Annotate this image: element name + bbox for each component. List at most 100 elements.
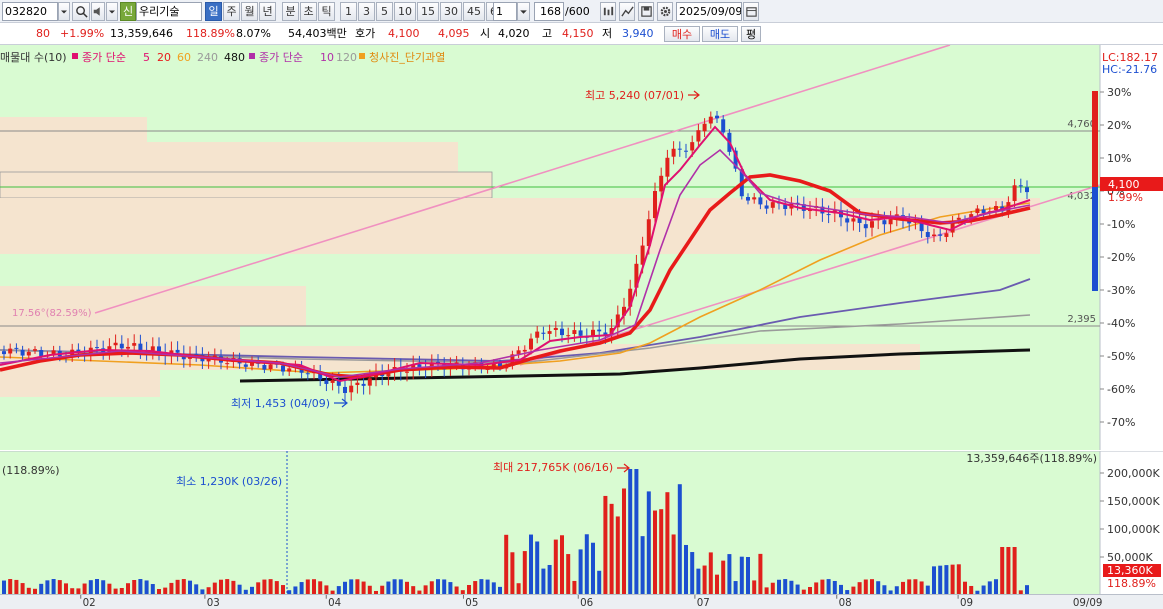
sound-dropdown-icon[interactable] <box>106 2 118 21</box>
volume-bar[interactable] <box>312 579 316 594</box>
volume-bar[interactable] <box>622 488 626 594</box>
buy-button[interactable]: 매수 <box>664 26 700 42</box>
candle-body[interactable] <box>132 343 137 346</box>
volume-bar[interactable] <box>39 583 44 594</box>
candle-body[interactable] <box>361 383 366 386</box>
volume-bar[interactable] <box>603 495 608 594</box>
volume-bar[interactable] <box>231 580 236 594</box>
candle-body[interactable] <box>1025 187 1029 193</box>
volume-bar[interactable] <box>938 565 943 594</box>
volume-bar[interactable] <box>181 579 186 594</box>
volume-bar[interactable] <box>863 579 868 594</box>
volume-bar[interactable] <box>777 579 781 594</box>
candle-body[interactable] <box>665 157 670 177</box>
volume-bar[interactable] <box>256 582 261 594</box>
candle-body[interactable] <box>126 346 130 349</box>
candle-body[interactable] <box>578 330 583 336</box>
volume-bar[interactable] <box>994 579 998 594</box>
candle-body[interactable] <box>541 332 546 334</box>
volume-bar[interactable] <box>820 579 825 594</box>
volume-bar[interactable] <box>894 586 899 594</box>
volume-bar[interactable] <box>870 579 874 594</box>
volume-bar[interactable] <box>677 484 682 594</box>
volume-bar[interactable] <box>584 534 589 594</box>
volume-bar[interactable] <box>324 585 329 594</box>
legend-volume-profile[interactable]: 매물대 수(10) <box>0 51 67 64</box>
volume-bar[interactable] <box>126 583 130 594</box>
volume-bar[interactable] <box>479 579 484 594</box>
volume-bar[interactable] <box>541 568 546 594</box>
candle-body[interactable] <box>826 214 831 216</box>
volume-bar[interactable] <box>20 583 25 594</box>
volume-bar[interactable] <box>138 579 143 594</box>
volume-bar[interactable] <box>101 580 106 594</box>
volume-bar[interactable] <box>547 564 552 594</box>
volume-bar[interactable] <box>826 579 831 594</box>
volume-chart[interactable]: (118.89%) 13,359,646주(118.89%) 최대 217,76… <box>0 451 1163 594</box>
volume-bar[interactable] <box>535 541 540 594</box>
volume-bar[interactable] <box>851 586 856 594</box>
interval-3[interactable]: 3 <box>358 2 375 21</box>
candle-body[interactable] <box>956 217 961 220</box>
save-icon[interactable] <box>638 2 654 21</box>
volume-bar[interactable] <box>684 544 688 594</box>
volume-bar[interactable] <box>473 581 478 594</box>
volume-bar[interactable] <box>690 552 695 594</box>
unit-input[interactable]: 1 <box>493 2 517 21</box>
volume-bar[interactable] <box>212 582 217 594</box>
candle-body[interactable] <box>405 371 409 373</box>
period-week[interactable]: 주 <box>223 2 240 21</box>
interval-5[interactable]: 5 <box>376 2 393 21</box>
volume-bar[interactable] <box>318 581 323 594</box>
volume-bar[interactable] <box>299 582 304 594</box>
volume-bar[interactable] <box>411 586 416 594</box>
volume-bar[interactable] <box>454 586 459 594</box>
candle-body[interactable] <box>367 378 372 386</box>
volume-bar[interactable] <box>572 580 577 594</box>
candle-body[interactable] <box>994 206 998 211</box>
candle-body[interactable] <box>677 148 682 150</box>
volume-bar[interactable] <box>832 580 837 594</box>
volume-bar[interactable] <box>839 584 843 594</box>
volume-bar[interactable] <box>491 582 496 594</box>
interval-1[interactable]: 1 <box>340 2 357 21</box>
candle-body[interactable] <box>51 350 56 355</box>
stock-code-input[interactable]: 032820 <box>2 2 58 21</box>
candle-body[interactable] <box>287 368 292 372</box>
period-day[interactable]: 일 <box>205 2 222 21</box>
candle-body[interactable] <box>14 347 19 349</box>
volume-bar[interactable] <box>963 581 967 594</box>
volume-bar[interactable] <box>640 536 645 594</box>
volume-bar[interactable] <box>82 583 87 594</box>
volume-bar[interactable] <box>566 554 571 594</box>
legend-ma20[interactable]: 20 <box>157 51 171 64</box>
volume-bar[interactable] <box>132 579 137 594</box>
volume-bar[interactable] <box>702 565 707 594</box>
volume-bar[interactable] <box>206 587 211 594</box>
candle-body[interactable] <box>522 349 527 352</box>
volume-bar[interactable] <box>386 581 391 594</box>
volume-bar[interactable] <box>405 581 409 594</box>
legend-ma10[interactable]: 10 <box>320 51 334 64</box>
legend-blueprint[interactable]: 청사진_단기과열 <box>369 51 445 64</box>
volume-bar[interactable] <box>591 542 595 594</box>
candle-body[interactable] <box>547 331 552 334</box>
volume-bar[interactable] <box>95 579 99 594</box>
volume-bar[interactable] <box>950 564 955 594</box>
candle-body[interactable] <box>925 232 930 238</box>
volume-bar[interactable] <box>857 582 862 594</box>
volume-bar[interactable] <box>727 554 732 594</box>
candle-body[interactable] <box>758 197 763 205</box>
candle-body[interactable] <box>845 218 850 223</box>
volume-bar[interactable] <box>175 579 180 594</box>
volume-bar[interactable] <box>64 583 68 594</box>
legend-ma480[interactable]: 480 <box>224 51 245 64</box>
volume-bar[interactable] <box>268 579 273 594</box>
date-input[interactable]: 2025/09/09 <box>676 2 742 21</box>
volume-bar[interactable] <box>250 586 254 594</box>
volume-bar[interactable] <box>398 579 403 594</box>
candle-body[interactable] <box>572 330 577 334</box>
candle-body[interactable] <box>560 328 564 336</box>
candle-body[interactable] <box>20 349 25 356</box>
volume-bar[interactable] <box>367 585 372 594</box>
